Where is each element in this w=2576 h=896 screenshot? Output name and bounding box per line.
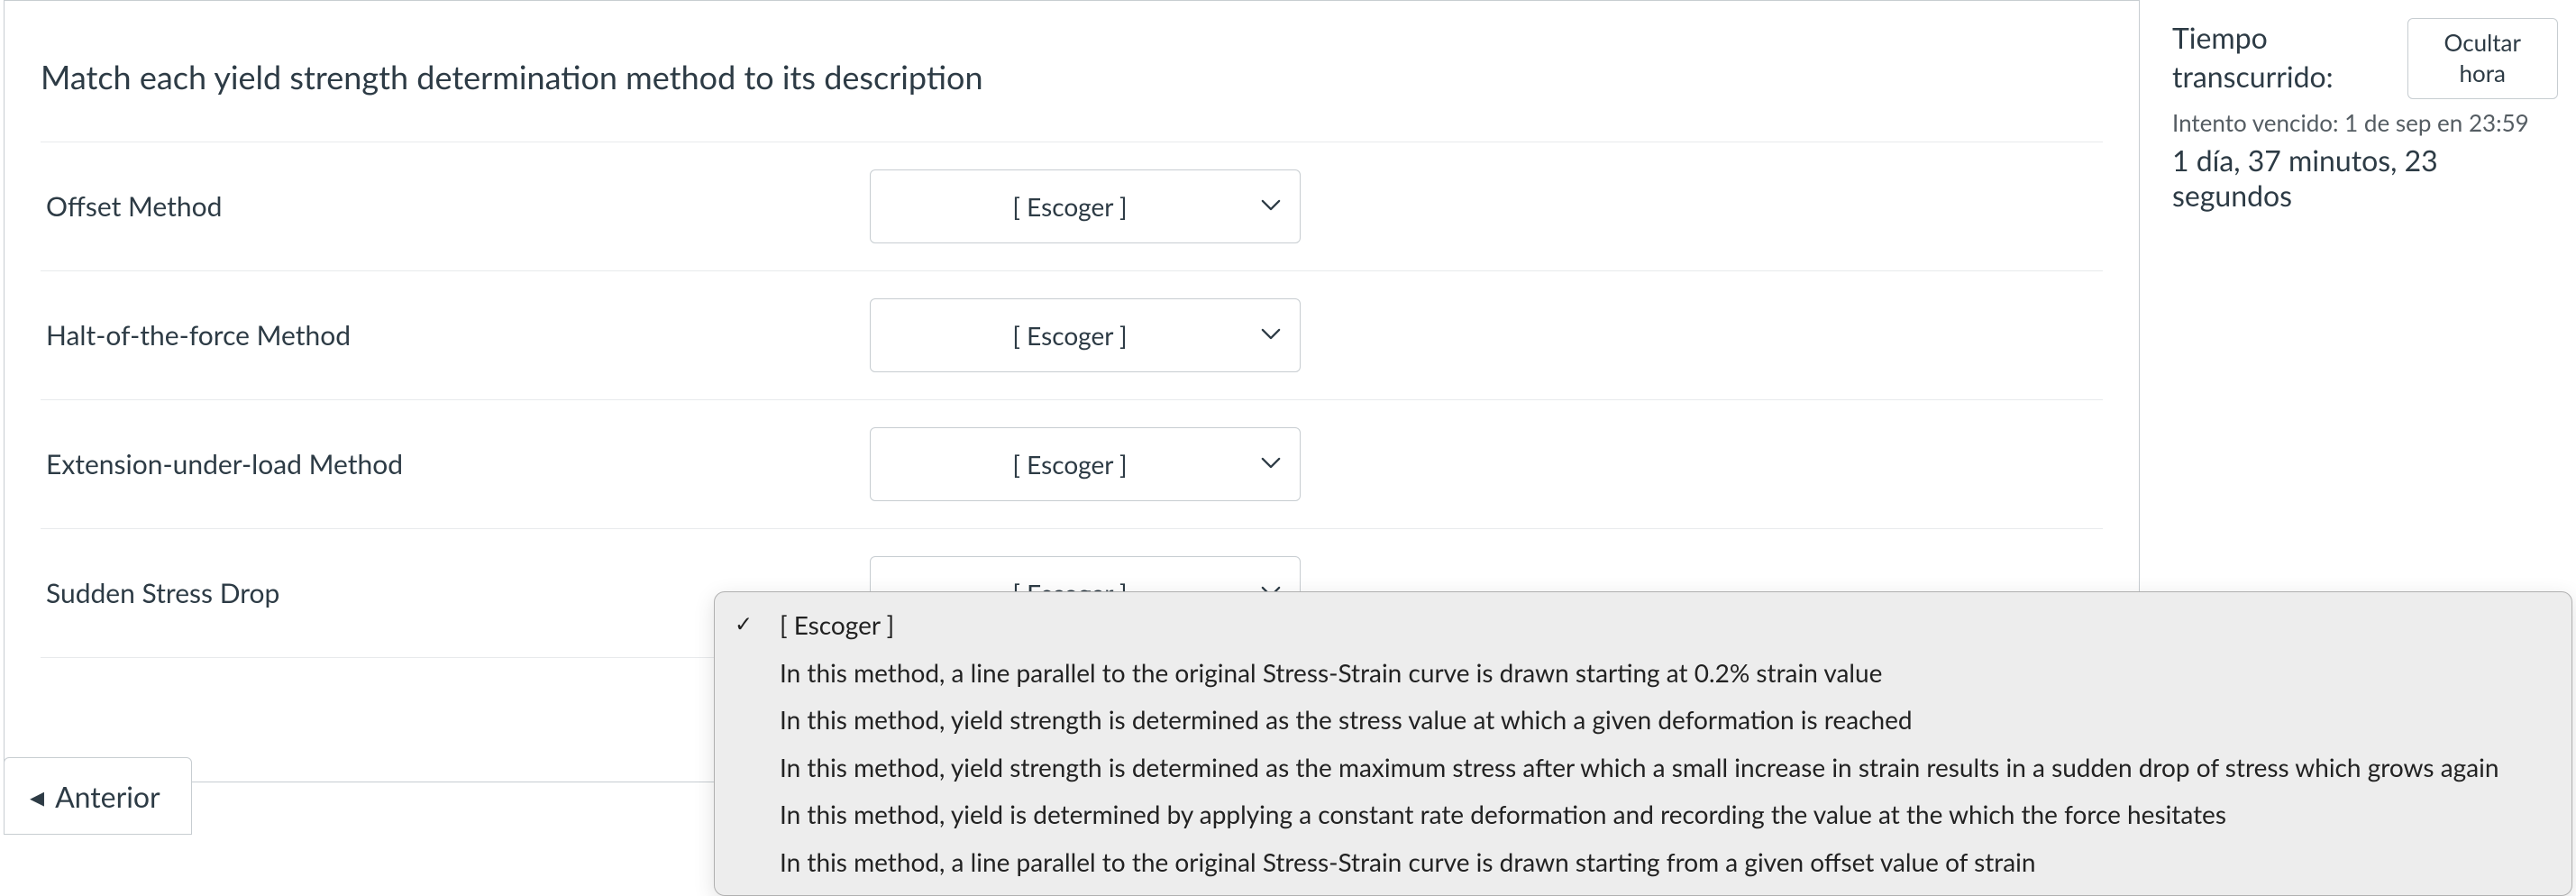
dropdown-option[interactable]: ✓ [ Escoger ] — [715, 601, 2571, 649]
dropdown-popup: ✓ [ Escoger ] In this method, a line par… — [714, 591, 2572, 896]
dropdown-option[interactable]: In this method, yield strength is determ… — [715, 696, 2571, 744]
dropdown-option[interactable]: In this method, yield is determined by a… — [715, 791, 2571, 838]
caret-left-icon: ◂ — [30, 778, 44, 814]
check-icon: ✓ — [735, 609, 753, 641]
time-remaining-text: 1 día, 37 minutos, 23 segundos — [2172, 142, 2558, 213]
match-row: Offset Method [ Escoger ] — [41, 142, 2103, 271]
match-label-offset-method: Offset Method — [41, 190, 870, 223]
select-extension-load[interactable]: [ Escoger ] — [870, 427, 1301, 501]
select-wrapper: [ Escoger ] — [870, 298, 1301, 372]
match-label-extension-load: Extension-under-load Method — [41, 448, 870, 480]
match-row: Halt-of-the-force Method [ Escoger ] — [41, 271, 2103, 400]
match-label-halt-force: Halt-of-the-force Method — [41, 319, 870, 352]
attempt-due-text: Intento vencido: 1 de sep en 23:59 — [2172, 108, 2558, 137]
elapsed-time-label: Tiempo transcurrido: — [2172, 18, 2389, 96]
dropdown-option-label: [ Escoger ] — [780, 609, 894, 640]
select-halt-force[interactable]: [ Escoger ] — [870, 298, 1301, 372]
previous-label: Anterior — [55, 779, 160, 814]
question-prompt: Match each yield strength determination … — [41, 1, 2103, 142]
select-wrapper: [ Escoger ] — [870, 427, 1301, 501]
hide-time-button[interactable]: Ocultar hora — [2407, 18, 2558, 99]
dropdown-option[interactable]: In this method, a line parallel to the o… — [715, 838, 2571, 886]
previous-button[interactable]: ◂ Anterior — [4, 757, 192, 835]
select-wrapper: [ Escoger ] — [870, 169, 1301, 243]
match-row: Extension-under-load Method [ Escoger ] — [41, 400, 2103, 529]
dropdown-option[interactable]: In this method, yield strength is determ… — [715, 744, 2571, 791]
select-offset-method[interactable]: [ Escoger ] — [870, 169, 1301, 243]
dropdown-option[interactable]: In this method, a line parallel to the o… — [715, 649, 2571, 697]
